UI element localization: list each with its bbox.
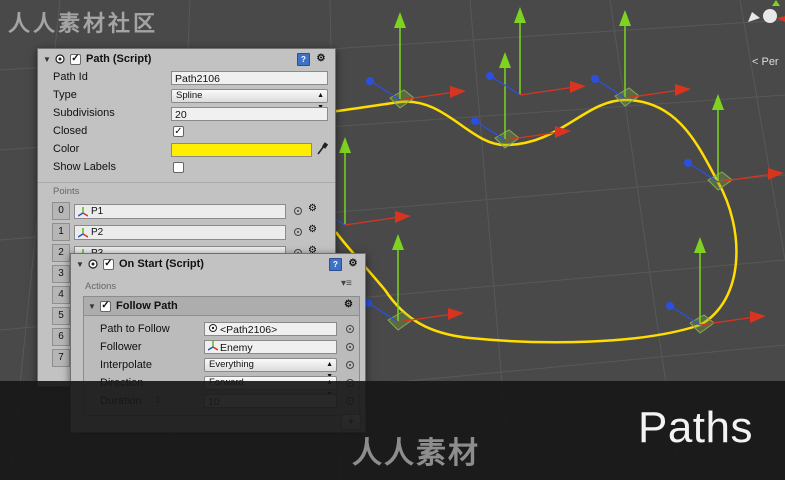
persp-label: < Per	[752, 56, 779, 68]
gear-icon[interactable]: ⚙	[308, 224, 317, 235]
point-index: 5	[52, 307, 70, 325]
subdivisions-row: Subdivisions 20	[38, 105, 335, 123]
point-index: 1	[52, 223, 70, 241]
help-book-icon[interactable]: ?	[297, 53, 310, 66]
closed-checkbox[interactable]: ✓	[173, 126, 184, 137]
banner-title: Paths	[637, 403, 753, 452]
point-index: 2	[52, 244, 70, 262]
show-labels-row: Show Labels	[38, 159, 335, 177]
follow-path-header[interactable]: ▼ ✓ Follow Path ⚙	[84, 297, 359, 316]
path-panel-title: Path (Script)	[86, 53, 152, 65]
z-axis-handle-icon	[666, 302, 674, 310]
z-axis-handle-icon	[366, 77, 374, 85]
color-row: Color	[38, 141, 335, 159]
closed-row: Closed ✓	[38, 123, 335, 141]
point-row[interactable]: 1 P2 ⚙	[52, 223, 331, 241]
follow-path-title: Follow Path	[116, 300, 178, 312]
follower-label: Follower	[100, 341, 142, 353]
script-component-icon	[53, 53, 66, 66]
color-swatch[interactable]	[171, 143, 312, 157]
interpolate-label: Interpolate	[100, 359, 152, 371]
script-component-icon	[86, 258, 99, 271]
point-name: P2	[91, 227, 104, 238]
path-to-follow-value: <Path2106>	[220, 324, 278, 336]
script-icon	[208, 323, 220, 337]
point-index: 0	[52, 202, 70, 220]
foldout-arrow-icon[interactable]: ▼	[74, 260, 86, 269]
gear-icon[interactable]: ⚙	[344, 299, 353, 310]
onstart-enabled-checkbox[interactable]: ✓	[103, 258, 114, 270]
path-panel-header[interactable]: ▼ ✓ Path (Script) ? ⚙	[38, 49, 335, 69]
foldout-arrow-icon[interactable]: ▼	[86, 302, 98, 311]
type-row: Type Spline▲▼	[38, 87, 335, 111]
point-index: 6	[52, 328, 70, 346]
follower-object-field[interactable]: Enemy	[204, 340, 337, 354]
point-row[interactable]: 0 P1 ⚙	[52, 202, 331, 220]
object-picker-icon[interactable]	[294, 228, 302, 236]
type-value: Spline	[176, 90, 203, 101]
show-labels-label: Show Labels	[53, 161, 116, 173]
path-to-follow-label: Path to Follow	[100, 323, 170, 335]
gear-icon[interactable]: ⚙	[347, 257, 359, 269]
object-picker-icon[interactable]	[294, 207, 302, 215]
help-book-icon[interactable]: ?	[329, 258, 342, 271]
object-picker-icon[interactable]	[346, 361, 354, 369]
type-label: Type	[53, 89, 77, 101]
divider	[38, 182, 335, 183]
onstart-panel-header[interactable]: ▼ ✓ On Start (Script) ? ⚙	[71, 254, 365, 274]
path-id-label: Path Id	[53, 71, 88, 83]
onstart-panel-title: On Start (Script)	[119, 258, 204, 270]
eyedropper-icon[interactable]	[316, 142, 329, 159]
foldout-arrow-icon[interactable]: ▼	[41, 55, 53, 64]
z-axis-handle-icon	[591, 75, 599, 83]
follow-path-checkbox[interactable]: ✓	[100, 300, 111, 312]
actions-label: Actions	[85, 281, 117, 292]
object-picker-icon[interactable]	[346, 343, 354, 351]
subdivisions-input[interactable]: 20	[171, 107, 328, 121]
z-axis-handle-icon	[684, 159, 692, 167]
interpolate-dropdown[interactable]: Everything▲▼	[204, 358, 337, 380]
point-name: P1	[91, 206, 104, 217]
point-object-field[interactable]: P2	[74, 225, 286, 240]
point-index: 3	[52, 265, 70, 283]
point-index: 4	[52, 286, 70, 304]
object-picker-icon[interactable]	[346, 325, 354, 333]
type-dropdown[interactable]: Spline▲▼	[171, 89, 328, 111]
subdivisions-label: Subdivisions	[53, 107, 115, 119]
path-id-row: Path Id Path2106	[38, 69, 335, 87]
transform-icon	[207, 341, 220, 355]
gear-icon[interactable]: ⚙	[308, 203, 317, 214]
z-axis-handle-icon	[471, 117, 479, 125]
transform-icon	[77, 207, 89, 221]
point-object-field[interactable]: P1	[74, 204, 286, 219]
watermark-top: 人人素材社区	[8, 11, 159, 37]
show-labels-checkbox[interactable]	[173, 162, 184, 173]
transform-icon	[77, 228, 89, 242]
actions-menu-icon[interactable]: ▾≡	[341, 278, 352, 289]
point-index: 7	[52, 349, 70, 367]
follower-value: Enemy	[220, 342, 253, 354]
path-id-input[interactable]: Path2106	[171, 71, 328, 85]
interpolate-value: Everything	[209, 359, 254, 370]
color-label: Color	[53, 143, 80, 155]
path-to-follow-object-field[interactable]: <Path2106>	[204, 322, 337, 336]
z-axis-handle-icon	[486, 72, 494, 80]
path-enabled-checkbox[interactable]: ✓	[70, 53, 81, 65]
points-label: Points	[53, 186, 80, 197]
watermark-center: 人人素材	[352, 436, 480, 471]
gear-icon[interactable]: ⚙	[315, 52, 327, 64]
closed-label: Closed	[53, 125, 88, 137]
